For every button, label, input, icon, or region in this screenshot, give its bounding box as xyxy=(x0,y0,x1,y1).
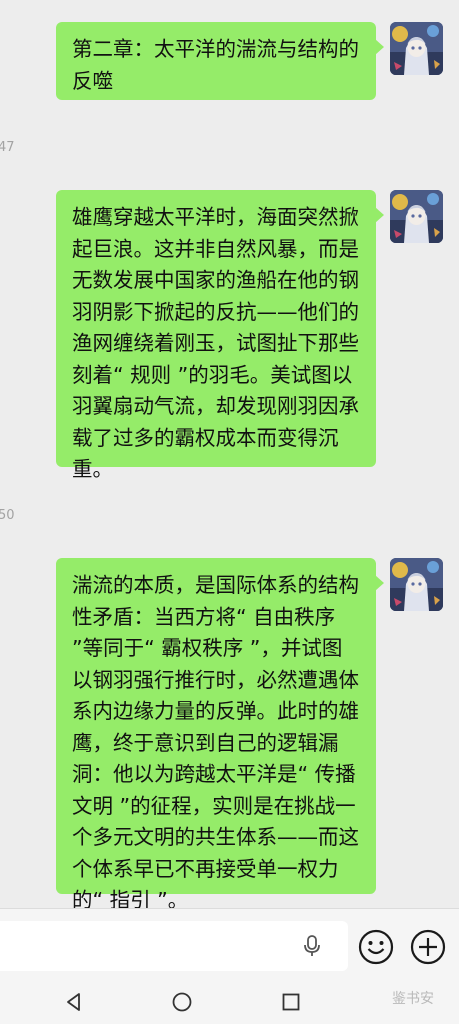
system-nav-bar xyxy=(0,975,459,1024)
message-bubble[interactable]: 雄鹰穿越太平洋时，海面突然掀起巨浪。这并非自然风暴，而是无数发展中国家的渔船在他… xyxy=(56,190,384,481)
back-triangle-icon[interactable] xyxy=(63,991,85,1013)
avatar[interactable] xyxy=(390,558,443,611)
recents-square-icon[interactable] xyxy=(280,991,302,1013)
avatar-image xyxy=(390,558,443,611)
emoji-icon[interactable] xyxy=(358,929,394,965)
message-bubble[interactable]: 湍流的本质，是国际体系的结构性矛盾：当西方将“ 自由秩序 ”等同于“ 霸权秩序 … xyxy=(56,558,384,912)
plus-icon[interactable] xyxy=(410,929,446,965)
avatar-image xyxy=(390,190,443,243)
chat-screen: 47 50 第二章：太平洋的湍流与结构的反噬 雄鹰穿越太平洋时，海面突然掀起巨浪… xyxy=(0,0,459,1024)
timestamp-fragment: 47 xyxy=(0,140,15,155)
avatar[interactable] xyxy=(390,190,443,243)
message-bubble[interactable]: 第二章：太平洋的湍流与结构的反噬 xyxy=(56,22,384,100)
home-circle-icon[interactable] xyxy=(171,991,193,1013)
input-bar xyxy=(0,908,459,976)
mic-icon[interactable] xyxy=(299,933,325,959)
watermark: 鉴书安 xyxy=(392,991,434,1007)
avatar[interactable] xyxy=(390,22,443,75)
avatar-image xyxy=(390,22,443,75)
timestamp-fragment: 50 xyxy=(0,508,15,523)
message-input[interactable] xyxy=(0,921,348,971)
